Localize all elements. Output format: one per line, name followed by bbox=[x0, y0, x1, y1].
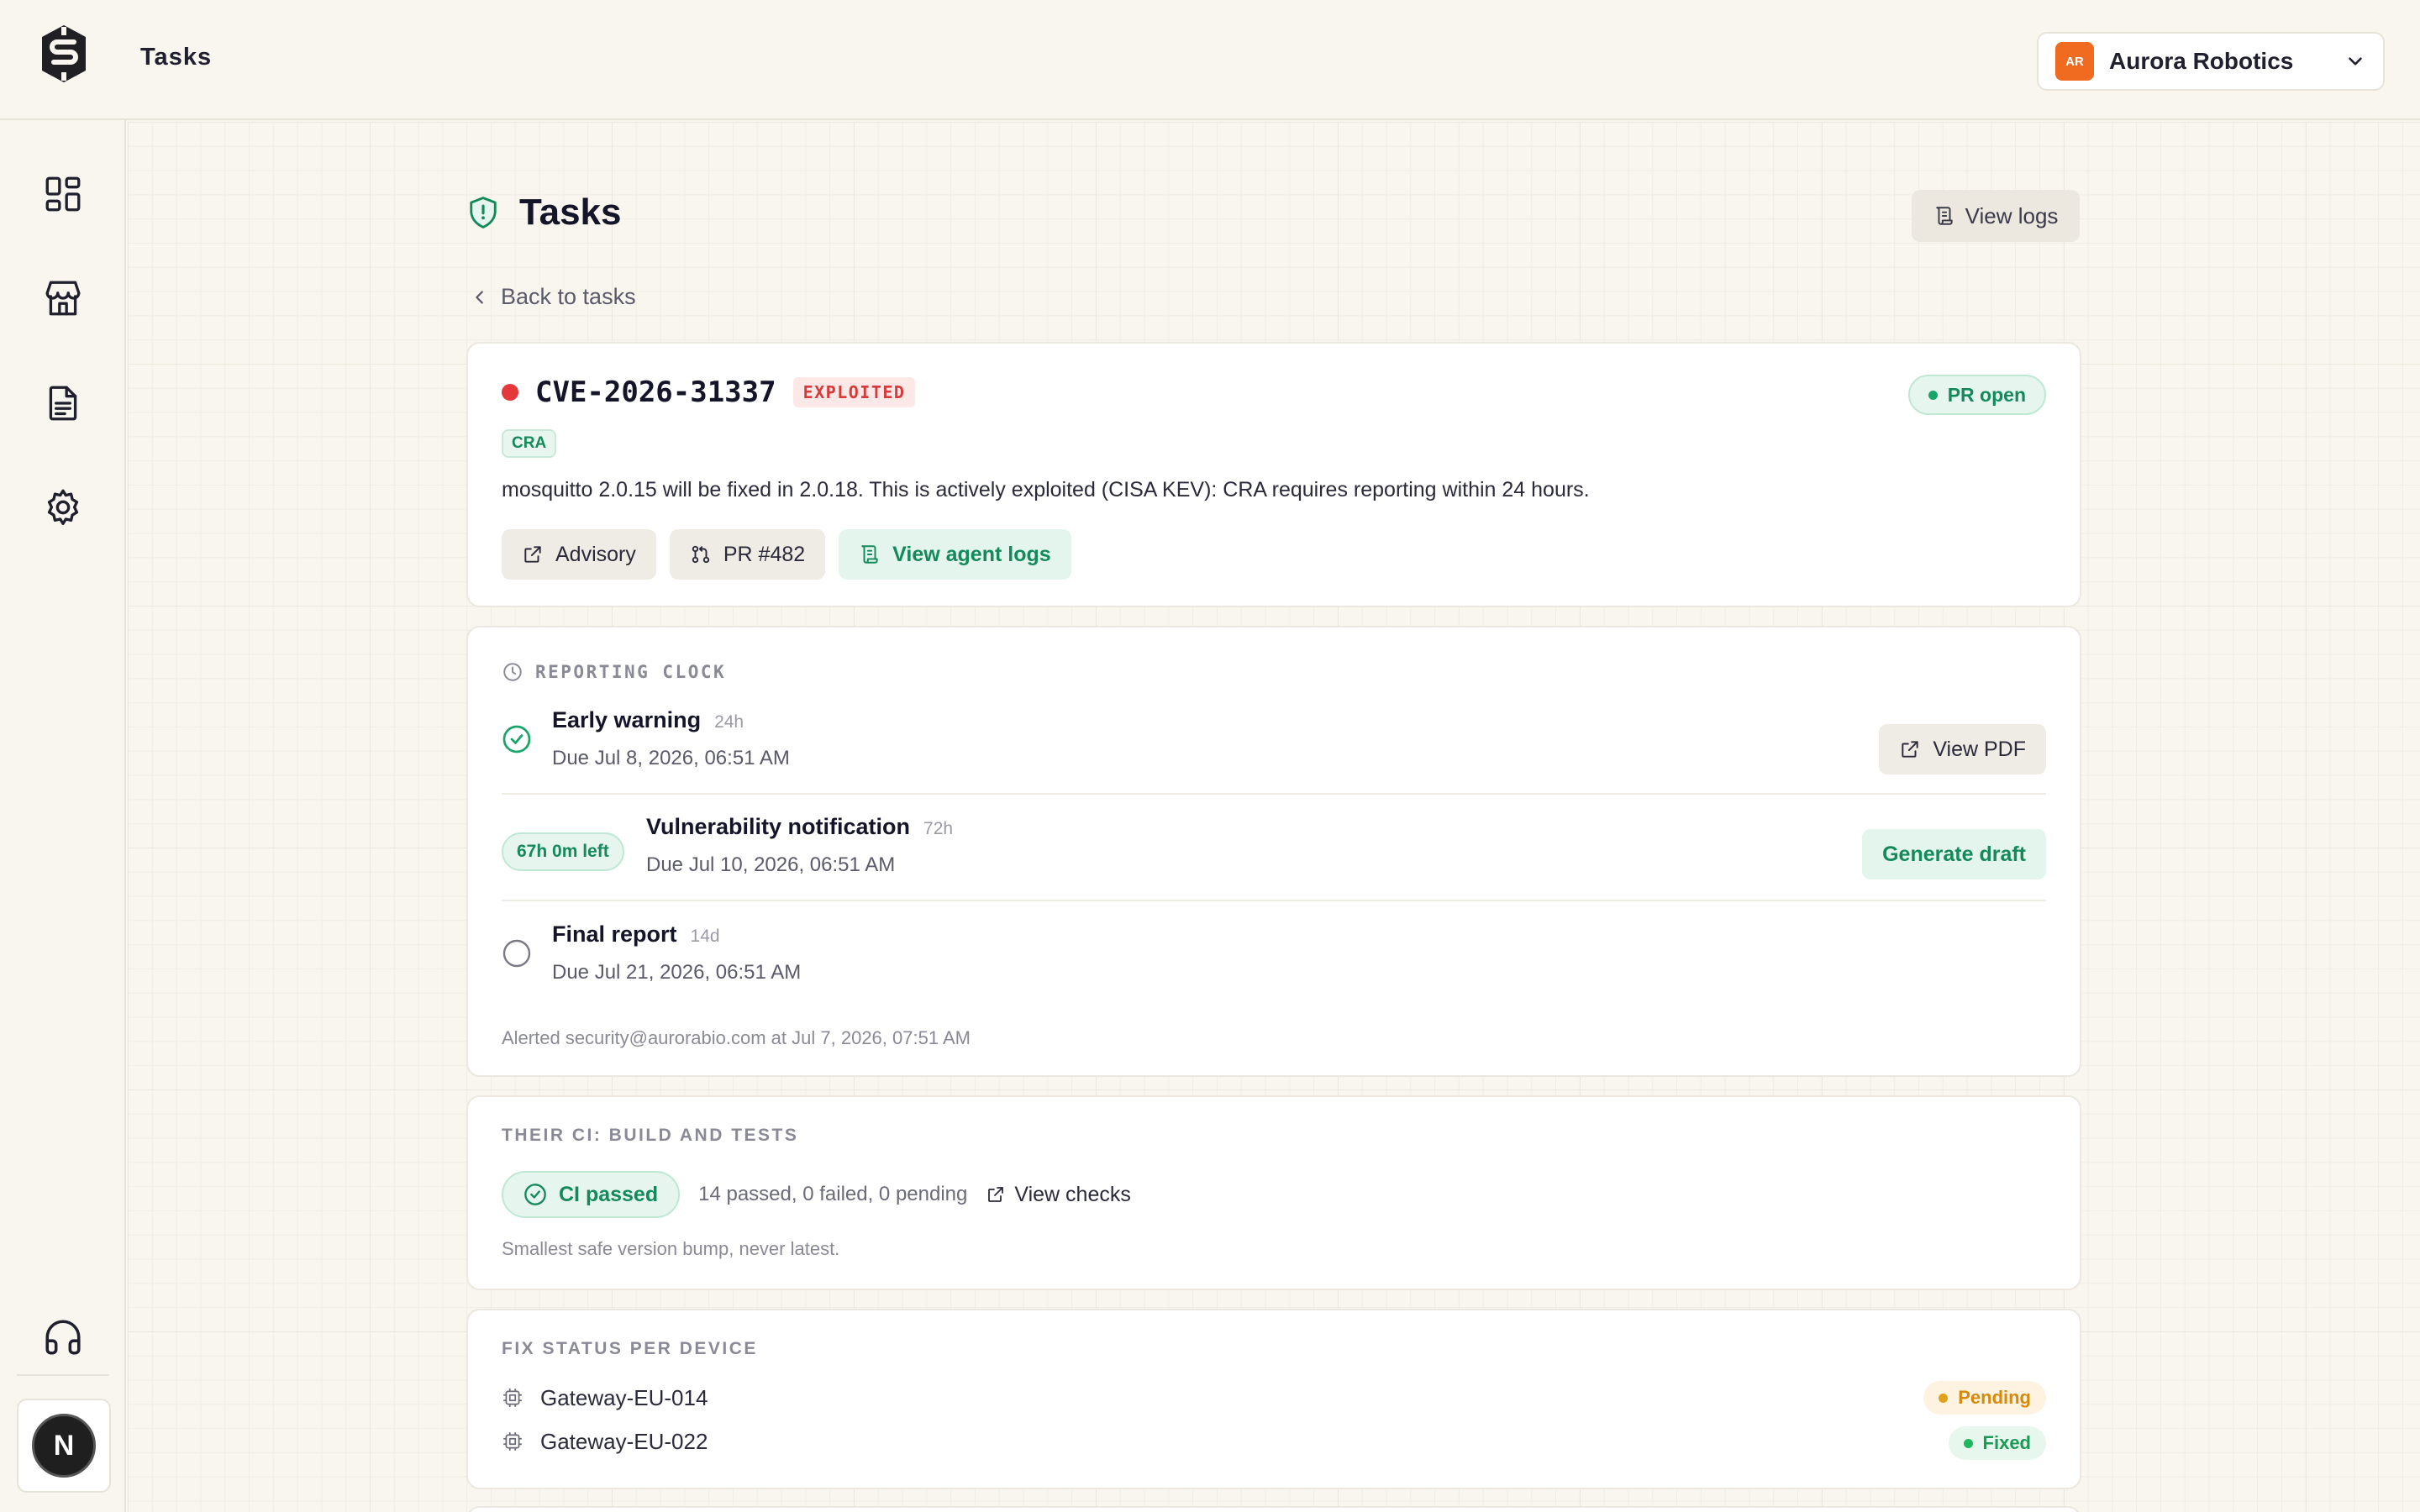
device-status-label: Fixed bbox=[1982, 1432, 2031, 1453]
check-circle-icon bbox=[502, 725, 531, 753]
advisory-button[interactable]: Advisory bbox=[502, 529, 656, 580]
ci-card: THEIR CI: BUILD AND TESTS CI passed 14 p… bbox=[466, 1095, 2081, 1290]
page-title: Tasks bbox=[519, 192, 622, 233]
clock-icon bbox=[503, 663, 522, 681]
view-pdf-label: View PDF bbox=[1933, 737, 2026, 761]
time-left-badge: 67h 0m left bbox=[502, 832, 624, 871]
check-circle-icon bbox=[524, 1184, 546, 1205]
back-label: Back to tasks bbox=[501, 284, 636, 309]
store-icon[interactable] bbox=[42, 277, 84, 319]
alert-note: Alerted security@aurorabio.com at Jul 7,… bbox=[502, 1027, 971, 1048]
view-pdf-button[interactable]: View PDF bbox=[1879, 724, 2046, 774]
shield-alert-icon bbox=[470, 197, 497, 228]
status-dot bbox=[1963, 1438, 1973, 1448]
step-title: Early warning bbox=[552, 707, 702, 732]
external-link-icon bbox=[988, 1187, 1004, 1202]
external-link-icon bbox=[524, 546, 541, 563]
step-due: Due Jul 8, 2026, 06:51 AM bbox=[552, 747, 790, 769]
status-badge: PR open bbox=[1907, 375, 2046, 415]
generate-draft-button[interactable]: Generate draft bbox=[1862, 829, 2046, 879]
divider bbox=[502, 793, 2046, 795]
app-logo-icon[interactable] bbox=[37, 24, 91, 84]
view-agent-logs-button[interactable]: View agent logs bbox=[839, 529, 1071, 580]
chip-icon bbox=[503, 1389, 522, 1407]
ci-note: Smallest safe version bump, never latest… bbox=[502, 1238, 840, 1259]
step-due: Due Jul 10, 2026, 06:51 AM bbox=[646, 853, 896, 876]
next-card-partial bbox=[466, 1506, 2081, 1512]
status-dot bbox=[1928, 390, 1938, 400]
pr-label: PR #482 bbox=[723, 542, 806, 566]
app-title: Tasks bbox=[140, 44, 213, 71]
scroll-icon bbox=[1935, 207, 1953, 225]
headphones-icon[interactable] bbox=[42, 1316, 84, 1358]
vulnerability-card: CVE-2026-31337 EXPLOITED PR open CRA mos… bbox=[466, 342, 2081, 607]
device-status-heading: FIX STATUS PER DEVICE bbox=[502, 1339, 758, 1358]
vulnerability-description: mosquitto 2.0.15 will be fixed in 2.0.18… bbox=[502, 478, 1590, 501]
step-due: Due Jul 21, 2026, 06:51 AM bbox=[552, 961, 802, 984]
exploited-badge: EXPLOITED bbox=[792, 377, 916, 407]
cve-id: CVE-2026-31337 bbox=[535, 375, 776, 409]
reporting-clock-card: REPORTING CLOCK Early warning 24h Due Jul… bbox=[466, 626, 2081, 1077]
view-logs-button[interactable]: View logs bbox=[1912, 190, 2080, 242]
avatar: N bbox=[32, 1414, 96, 1478]
ci-counts: 14 passed, 0 failed, 0 pending bbox=[698, 1183, 968, 1205]
org-switcher[interactable]: AR Aurora Robotics bbox=[2037, 32, 2385, 91]
document-icon[interactable] bbox=[42, 382, 84, 424]
status-dot bbox=[1939, 1393, 1949, 1403]
chevron-left-icon bbox=[476, 290, 483, 304]
git-pull-request-icon bbox=[692, 545, 710, 564]
dashboard-icon[interactable] bbox=[42, 173, 84, 215]
reporting-clock-label: REPORTING CLOCK bbox=[535, 662, 727, 682]
external-link-icon bbox=[1902, 741, 1918, 758]
view-checks-label: View checks bbox=[1014, 1182, 1131, 1206]
user-menu[interactable]: N bbox=[17, 1399, 111, 1493]
fixed-status-badge: Fixed bbox=[1948, 1426, 2046, 1460]
reporting-step-vulnerability-notification: 67h 0m left Vulnerability notification 72… bbox=[502, 814, 2046, 906]
advisory-label: Advisory bbox=[555, 542, 636, 566]
reporting-clock-heading: REPORTING CLOCK bbox=[502, 661, 726, 683]
back-to-tasks-link[interactable]: Back to tasks bbox=[471, 284, 636, 310]
cve-header: CVE-2026-31337 EXPLOITED bbox=[502, 375, 916, 409]
top-bar: Tasks AR Aurora Robotics bbox=[0, 0, 2420, 120]
chip-icon bbox=[503, 1432, 522, 1451]
step-hours: 24h bbox=[714, 712, 744, 732]
view-checks-link[interactable]: View checks bbox=[986, 1183, 1131, 1207]
device-status-card: FIX STATUS PER DEVICE Gateway-EU-014 Pen… bbox=[466, 1309, 2081, 1489]
device-name: Gateway-EU-022 bbox=[540, 1428, 708, 1454]
device-row: Gateway-EU-022 Fixed bbox=[502, 1423, 2046, 1460]
reporting-step-final-report: Final report 14d Due Jul 21, 2026, 06:51 … bbox=[502, 921, 2046, 1014]
device-status-label: Pending bbox=[1958, 1387, 2031, 1408]
step-hours: 14d bbox=[690, 927, 720, 946]
device-row: Gateway-EU-014 Pending bbox=[502, 1379, 2046, 1416]
ci-heading: THEIR CI: BUILD AND TESTS bbox=[502, 1126, 799, 1145]
chevron-down-icon bbox=[2349, 57, 2362, 66]
ci-status-badge: CI passed bbox=[502, 1171, 681, 1218]
page-header: Tasks bbox=[467, 192, 622, 234]
severity-dot bbox=[502, 384, 518, 401]
pending-status-badge: Pending bbox=[1923, 1381, 2046, 1415]
step-title: Final report bbox=[552, 921, 677, 947]
ci-status-row: CI passed 14 passed, 0 failed, 0 pending… bbox=[502, 1171, 1131, 1218]
view-logs-label: View logs bbox=[1965, 202, 2059, 228]
empty-circle-icon bbox=[502, 939, 531, 968]
ci-status-label: CI passed bbox=[559, 1182, 659, 1206]
reporting-step-early-warning: Early warning 24h Due Jul 8, 2026, 06:51 … bbox=[502, 707, 2046, 800]
org-name: Aurora Robotics bbox=[2109, 48, 2294, 74]
divider bbox=[502, 900, 2046, 901]
org-avatar: AR bbox=[2055, 42, 2094, 81]
pr-button[interactable]: PR #482 bbox=[669, 529, 826, 580]
sidebar-divider bbox=[17, 1374, 109, 1376]
status-label: PR open bbox=[1947, 383, 2026, 406]
device-name: Gateway-EU-014 bbox=[540, 1384, 708, 1410]
scroll-icon bbox=[861, 545, 878, 564]
sidebar: N bbox=[0, 120, 126, 1512]
gear-icon[interactable] bbox=[42, 486, 84, 528]
vulnerability-actions: Advisory PR #482 View agent logs bbox=[502, 529, 1071, 580]
step-title: Vulnerability notification bbox=[646, 814, 911, 839]
step-hours: 72h bbox=[923, 819, 954, 838]
cra-tag: CRA bbox=[502, 429, 557, 458]
view-agent-logs-label: View agent logs bbox=[892, 542, 1051, 566]
